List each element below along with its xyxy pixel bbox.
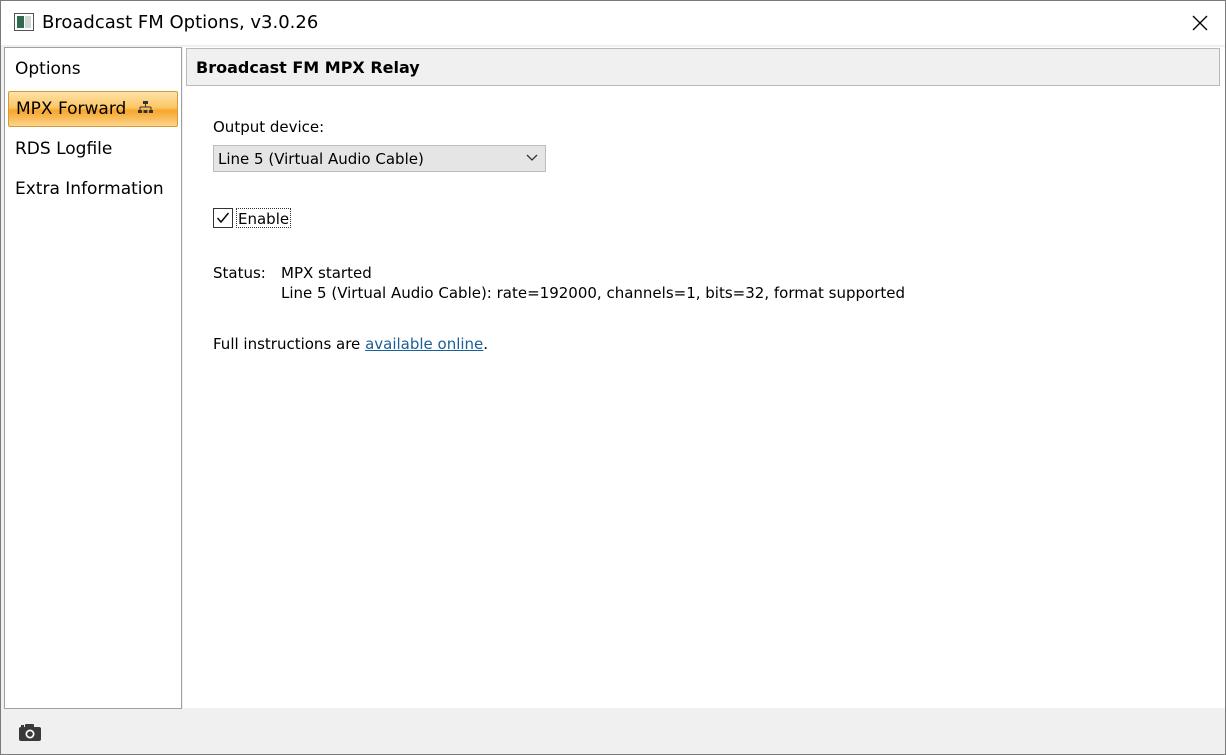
instructions-link[interactable]: available online [365, 335, 483, 353]
close-icon [1192, 15, 1208, 31]
main-panel: Broadcast FM MPX Relay Output device: Li… [183, 47, 1225, 708]
window-title: Broadcast FM Options, v3.0.26 [42, 12, 319, 33]
title-bar[interactable]: Broadcast FM Options, v3.0.26 [1, 1, 1225, 45]
sidebar-item-label: MPX Forward [16, 99, 127, 119]
close-button[interactable] [1177, 5, 1223, 41]
enable-checkbox[interactable] [213, 208, 233, 228]
status-detail: Line 5 (Virtual Audio Cable): rate=19200… [281, 284, 906, 302]
bottom-bar [1, 709, 1225, 754]
output-device-select[interactable]: Line 5 (Virtual Audio Cable) [213, 145, 546, 172]
panel-title: Broadcast FM MPX Relay [196, 58, 420, 77]
instructions-prefix: Full instructions are [213, 335, 366, 353]
sidebar-item-mpx-forward[interactable]: MPX Forward [8, 91, 178, 127]
output-device-value: Line 5 (Virtual Audio Cable) [218, 150, 424, 168]
output-device-label: Output device: [213, 118, 325, 136]
options-window: Broadcast FM Options, v3.0.26 Options MP… [0, 0, 1226, 755]
instructions-suffix: . [483, 335, 489, 353]
instructions-text: Full instructions are available online. [213, 335, 488, 353]
status-text: MPX started [281, 264, 372, 282]
panel-header: Broadcast FM MPX Relay [186, 48, 1220, 86]
status-label: Status: [213, 264, 266, 282]
sidebar-item-label: Extra Information [15, 179, 164, 199]
sidebar-item-label: Options [15, 59, 81, 79]
sidebar-item-label: RDS Logfile [15, 139, 113, 159]
sidebar-item-options[interactable]: Options [15, 52, 175, 86]
app-icon [14, 13, 34, 31]
sidebar-nav: Options MPX Forward RDS Logfile Extra In… [4, 47, 182, 709]
screenshot-button[interactable] [18, 722, 42, 744]
checkmark-icon [216, 212, 230, 224]
sidebar-item-rds-logfile[interactable]: RDS Logfile [15, 132, 175, 166]
sidebar-item-extra-information[interactable]: Extra Information [15, 172, 175, 206]
enable-checkbox-label[interactable]: Enable [236, 208, 292, 228]
camera-icon [19, 724, 41, 741]
chevron-down-icon [526, 154, 538, 161]
network-icon [137, 101, 153, 113]
